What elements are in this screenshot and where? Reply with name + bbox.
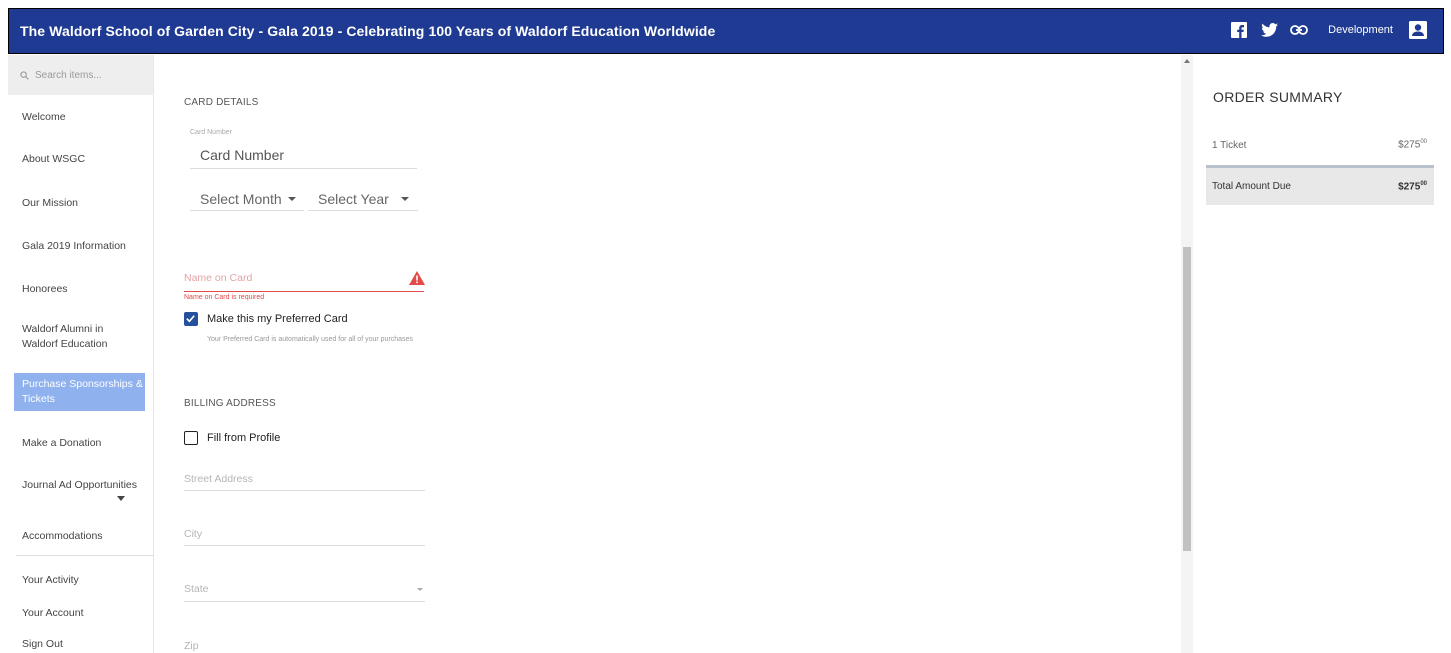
street-address-field[interactable]: Street Address (184, 473, 425, 491)
total-label: Total Amount Due (1212, 181, 1291, 192)
caret-down-icon (287, 196, 296, 201)
fill-from-profile-label: Fill from Profile (207, 432, 281, 444)
order-line-item: 1 Ticket $27500 (1206, 125, 1434, 165)
user-name[interactable]: Development (1328, 24, 1393, 36)
sidebar-item-about[interactable]: About WSGC (14, 148, 145, 171)
order-summary-panel: ORDER SUMMARY 1 Ticket $27500 Total Amou… (1193, 55, 1444, 653)
line-item-label: 1 Ticket (1212, 139, 1247, 151)
search-placeholder: Search items... (35, 69, 102, 81)
order-summary-title: ORDER SUMMARY (1213, 89, 1343, 105)
sidebar-divider (16, 555, 154, 556)
sidebar-item-sign-out[interactable]: Sign Out (14, 633, 145, 653)
year-select-label: Select Year (318, 190, 389, 207)
link-icon[interactable] (1290, 21, 1309, 39)
scroll-up-icon[interactable] (1184, 59, 1190, 63)
sidebar-item-account[interactable]: Your Account (14, 602, 145, 625)
zip-field[interactable]: Zip (184, 640, 425, 653)
twitter-icon[interactable] (1260, 21, 1278, 39)
sidebar-nav: Search items... Welcome About WSGC Our M… (8, 55, 154, 653)
sidebar-item-alumni[interactable]: Waldorf Alumni in Waldorf Education (14, 318, 132, 356)
sidebar-item-donation[interactable]: Make a Donation (14, 432, 145, 455)
caret-down-icon (417, 588, 423, 591)
sidebar-item-activity[interactable]: Your Activity (14, 569, 145, 592)
fill-from-profile-checkbox[interactable] (184, 431, 198, 445)
sidebar-item-accommodations[interactable]: Accommodations (14, 525, 145, 548)
state-select[interactable]: State (184, 583, 425, 602)
city-field[interactable]: City (184, 528, 425, 546)
user-avatar-icon[interactable] (1409, 21, 1427, 39)
sidebar-item-journal-ad[interactable]: Journal Ad Opportunities (14, 474, 145, 497)
total-amount: $27500 (1398, 180, 1427, 193)
month-select-label: Select Month (200, 190, 282, 207)
billing-address-heading: BILLING ADDRESS (184, 398, 276, 409)
sidebar-item-purchase[interactable]: Purchase Sponsorships & Tickets (14, 373, 145, 411)
card-number-field[interactable]: Card Number (190, 147, 417, 169)
preferred-card-checkbox[interactable] (184, 312, 198, 326)
card-number-label: Card Number (190, 129, 233, 136)
card-details-heading: CARD DETAILS (184, 97, 259, 108)
order-total-row: Total Amount Due $27500 (1206, 165, 1434, 205)
header-actions: Development (1230, 21, 1427, 39)
sidebar-item-mission[interactable]: Our Mission (14, 192, 145, 215)
state-select-label: State (184, 583, 209, 595)
checkout-form: CARD DETAILS Card Number Card Number Sel… (155, 55, 1180, 653)
preferred-card-label: Make this my Preferred Card (207, 313, 348, 325)
line-item-amount: $27500 (1398, 139, 1427, 151)
search-input[interactable]: Search items... (8, 55, 153, 95)
name-on-card-field[interactable]: Name on Card (184, 272, 424, 292)
preferred-card-help: Your Preferred Card is automatically use… (207, 336, 413, 343)
warning-icon (409, 271, 425, 285)
name-on-card-error: Name on Card is required (184, 294, 265, 301)
chevron-down-icon[interactable] (117, 496, 125, 501)
sidebar-item-honorees[interactable]: Honorees (14, 278, 145, 301)
caret-down-icon (400, 196, 409, 201)
search-icon (20, 70, 29, 80)
sidebar-item-welcome[interactable]: Welcome (14, 106, 145, 129)
sidebar-item-gala-info[interactable]: Gala 2019 Information (14, 235, 145, 258)
page-title: The Waldorf School of Garden City - Gala… (20, 23, 716, 39)
checkmark-icon (186, 315, 195, 323)
facebook-icon[interactable] (1230, 21, 1248, 39)
top-header: The Waldorf School of Garden City - Gala… (8, 8, 1444, 54)
year-select[interactable]: Select Year (308, 187, 418, 211)
month-select[interactable]: Select Month (190, 187, 304, 211)
scroll-thumb[interactable] (1183, 247, 1191, 551)
main-scrollbar[interactable] (1181, 55, 1193, 653)
